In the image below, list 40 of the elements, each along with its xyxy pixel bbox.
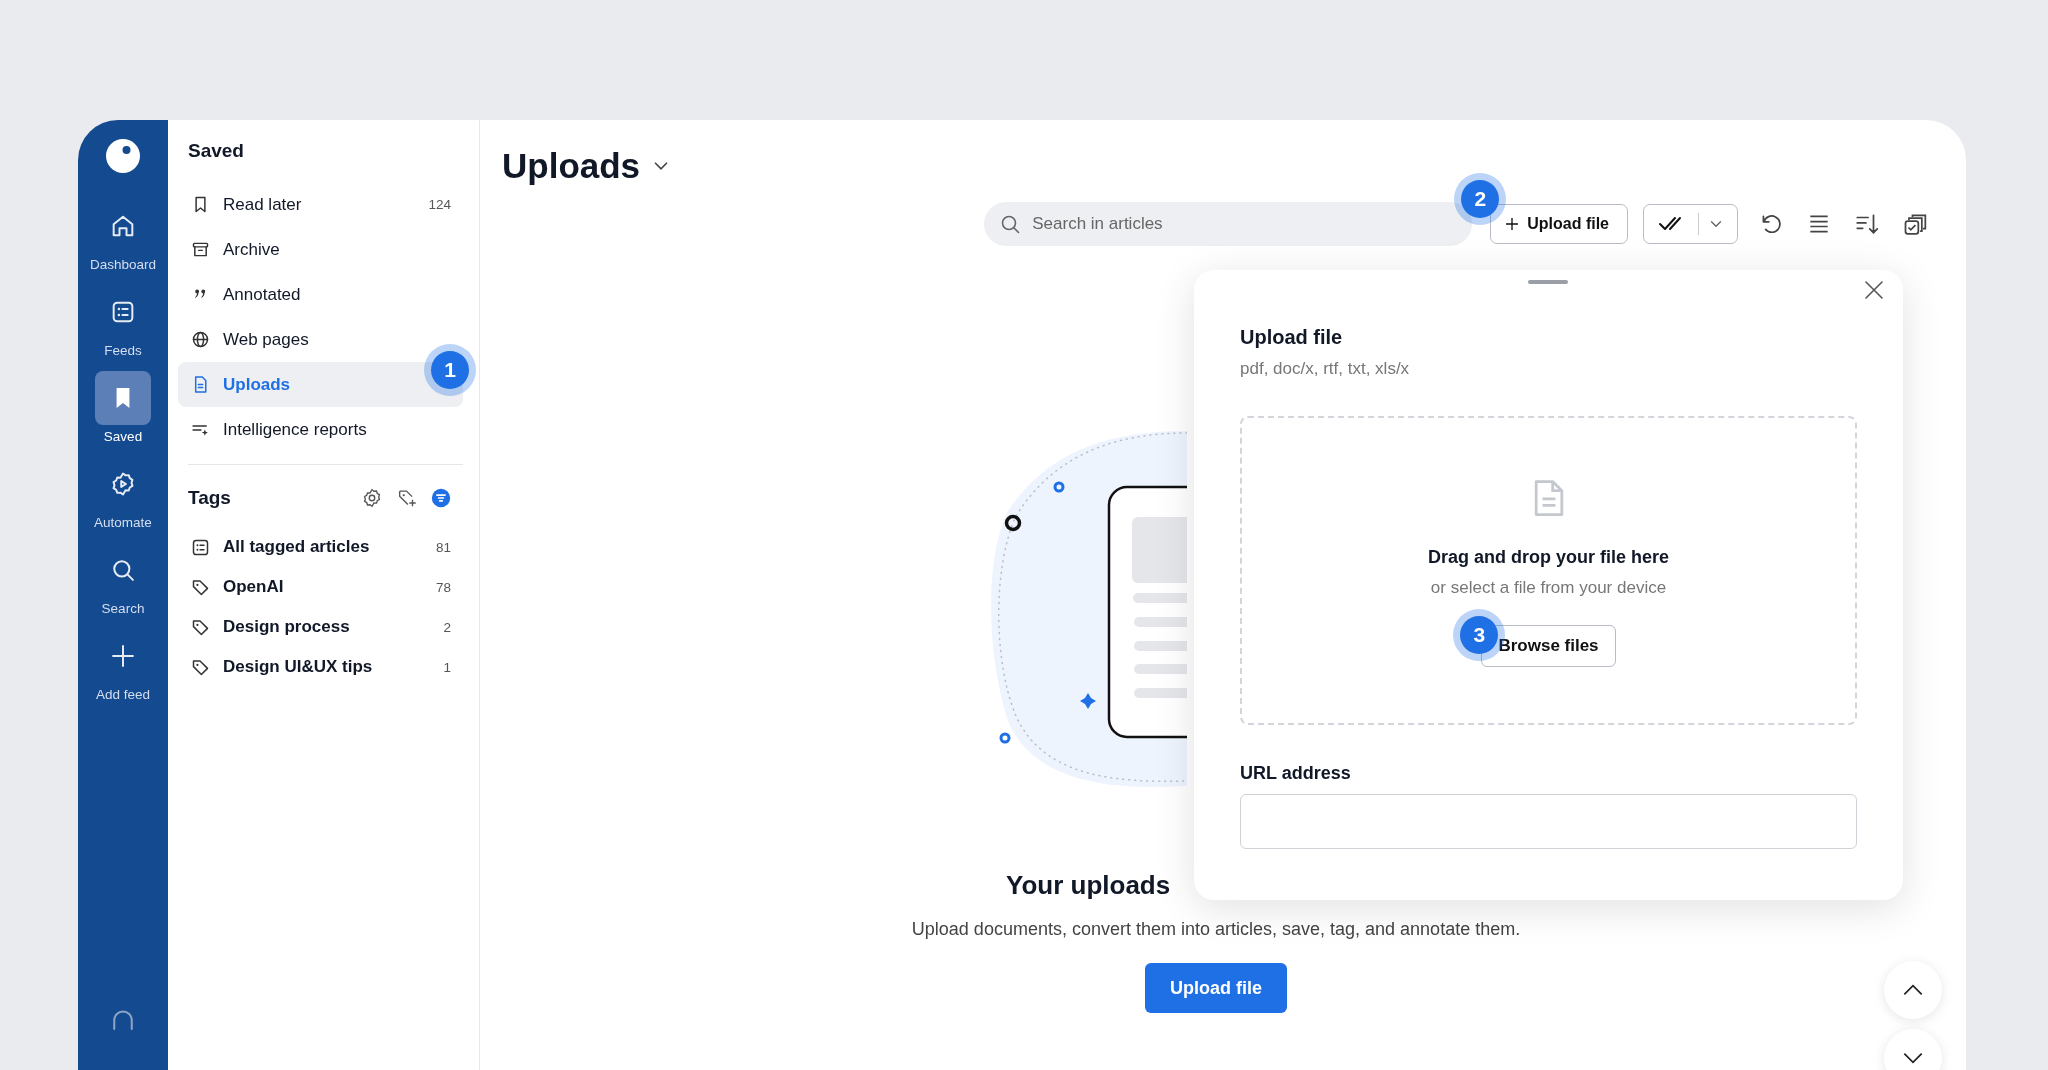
sidebar-item[interactable]: Intelligence reports <box>178 407 463 452</box>
tag-item[interactable]: OpenAI 78 <box>178 567 463 607</box>
tag-item[interactable]: All tagged articles 81 <box>178 527 463 567</box>
dropzone-heading: Drag and drop your file here <box>1427 547 1669 568</box>
step-callout-badge: 1 <box>431 351 469 389</box>
dropzone-hint: or select a file from your device <box>1430 578 1667 598</box>
sort-icon[interactable] <box>1854 211 1880 237</box>
logo-icon <box>105 138 141 174</box>
sidebar-item[interactable]: Archive <box>178 227 463 272</box>
panel-title: Upload file <box>1240 326 1344 349</box>
field-label: URL address <box>1240 763 1352 784</box>
section-heading: Tags <box>188 487 231 509</box>
tag-item[interactable]: Design UI&UX tips 1 <box>178 647 463 687</box>
rail-nav-item[interactable]: Dashboard <box>89 199 156 273</box>
drag-handle[interactable] <box>1528 280 1568 284</box>
globe-icon <box>190 329 211 350</box>
rail-nav-item[interactable]: Feeds <box>95 285 151 359</box>
rail-nav-item[interactable]: Search <box>95 543 151 617</box>
tag-item[interactable]: Design process 2 <box>178 607 463 647</box>
mark-read-split-button[interactable] <box>1643 204 1738 244</box>
empty-state-heading: Your uploads <box>1006 869 1171 902</box>
tag-plus-icon[interactable] <box>396 487 418 509</box>
filter-icon[interactable] <box>431 488 451 508</box>
upload-file-button[interactable]: Upload file <box>1145 963 1287 1013</box>
page-title: Uploads <box>502 145 641 186</box>
url-input-field[interactable] <box>1240 794 1857 849</box>
search-field[interactable]: Search in articles <box>984 202 1473 246</box>
upload-file-button[interactable]: Upload file <box>1490 204 1628 244</box>
step-callout-badge: 3 <box>1460 616 1499 654</box>
plus-icon <box>109 642 137 670</box>
rail-nav-item[interactable]: Automate <box>94 457 152 531</box>
settings-icon[interactable] <box>361 487 383 509</box>
rail-nav-item[interactable]: Add feed <box>95 629 151 703</box>
file-formats-text: pdf, doc/x, rtf, txt, xls/x <box>1240 359 1411 379</box>
sidebar-item[interactable]: Read later 124 <box>178 182 463 227</box>
sidebar-item[interactable]: Annotated <box>178 272 463 317</box>
empty-state-description: Upload documents, convert them into articles, save, tag, and annotate them. <box>911 918 1521 940</box>
step-callout-badge: 2 <box>1461 180 1500 218</box>
close-icon[interactable] <box>1862 278 1886 302</box>
section-heading: Saved <box>187 140 245 163</box>
